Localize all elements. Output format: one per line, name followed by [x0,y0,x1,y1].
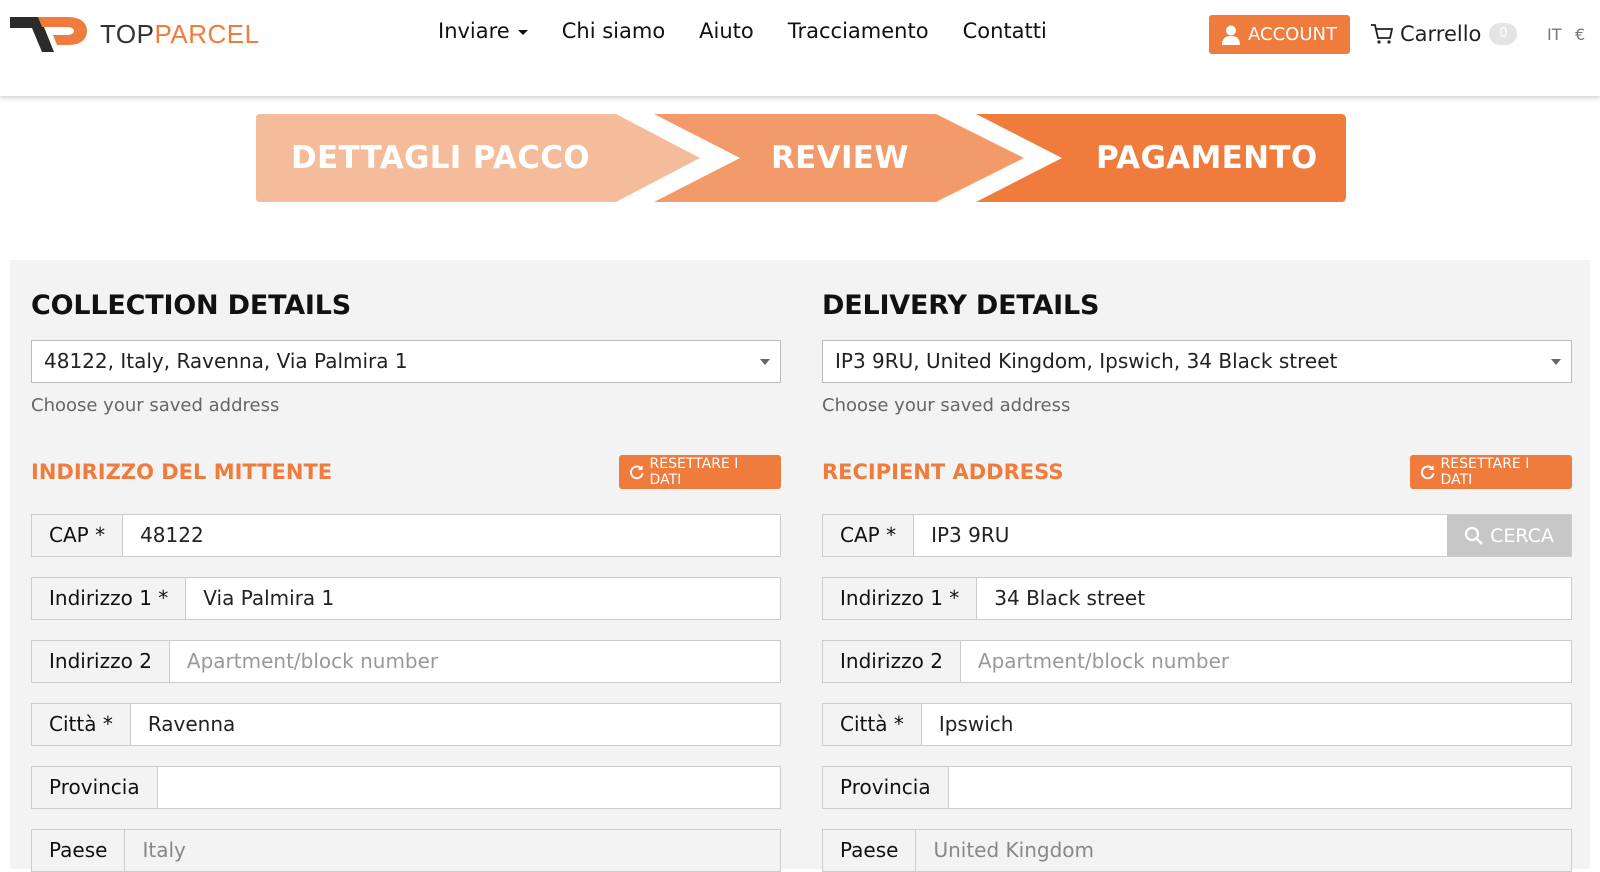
cap-label: CAP * [32,515,124,556]
site-header: TOPPARCEL Inviare Chi siamo Aiuto Tracci… [0,0,1600,96]
delivery-saved-address-select[interactable]: IP3 9RU, United Kingdom, Ipswich, 34 Bla… [822,340,1572,383]
currency-selector[interactable]: € [1575,25,1585,44]
city-label: Città * [823,704,922,745]
dropdown-arrow-icon [1551,359,1561,365]
collection-saved-address-select[interactable]: 48122, Italy, Ravenna, Via Palmira 1 [31,340,781,383]
account-label: ACCOUNT [1248,24,1337,45]
language-selector[interactable]: IT [1547,25,1562,44]
delivery-title: DELIVERY DETAILS [822,290,1100,321]
step-dettagli-pacco[interactable]: DETTAGLI PACCO [291,114,590,202]
search-label: CERCA [1490,524,1554,547]
delivery-address1-field: Indirizzo 1 * 34 Black street [822,577,1572,620]
cap-label: CAP * [823,515,915,556]
collection-title: COLLECTION DETAILS [31,290,352,321]
country-label: Paese [32,830,126,871]
collection-city-input[interactable]: Ravenna [130,704,780,745]
collection-country-input: Italy [125,830,780,871]
delivery-cap-field: CAP * IP3 9RU CERCA [822,514,1572,557]
collection-cap-field: CAP * 48122 [31,514,781,557]
address-panel: COLLECTION DETAILS 48122, Italy, Ravenna… [10,260,1590,872]
search-icon [1464,526,1483,545]
delivery-address2-input[interactable]: Apartment/block number [960,641,1571,682]
delivery-address2-field: Indirizzo 2 Apartment/block number [822,640,1572,683]
delivery-help-text: Choose your saved address [822,395,1071,416]
province-label: Provincia [32,767,158,808]
cart-link[interactable]: Carrello 0 [1370,22,1518,46]
nav-item-contatti[interactable]: Contatti [963,19,1047,43]
collection-help-text: Choose your saved address [31,395,280,416]
nav-inviare-label: Inviare [438,19,510,43]
country-label: Paese [823,830,917,871]
user-icon [1222,25,1241,45]
nav-item-inviare[interactable]: Inviare [438,19,528,43]
search-button[interactable]: CERCA [1447,515,1571,556]
step-pagamento[interactable]: PAGAMENTO [1096,114,1317,202]
collection-address1-input[interactable]: Via Palmira 1 [186,578,780,619]
cart-count-badge: 0 [1489,23,1518,45]
address2-label: Indirizzo 2 [823,641,961,682]
delivery-city-field: Città * Ipswich [822,703,1572,746]
logo-mark-icon [10,17,87,52]
delivery-reset-button[interactable]: RESETTARE I DATI [1410,455,1572,489]
province-label: Provincia [823,767,949,808]
collection-reset-label: RESETTARE I DATI [649,456,739,488]
delivery-reset-label: RESETTARE I DATI [1440,456,1530,488]
refresh-icon [1421,465,1435,480]
sender-address-title: INDIRIZZO DEL MITTENTE [31,460,333,484]
cart-label: Carrello [1400,22,1482,46]
nav-item-tracciamento[interactable]: Tracciamento [788,19,929,43]
address2-label: Indirizzo 2 [32,641,170,682]
collection-country-field: Paese Italy [31,829,781,872]
dropdown-arrow-icon [760,359,770,365]
delivery-country-field: Paese United Kingdom [822,829,1572,872]
collection-address2-field: Indirizzo 2 Apartment/block number [31,640,781,683]
collection-saved-address-value: 48122, Italy, Ravenna, Via Palmira 1 [44,349,408,373]
logo-text-parcel: PARCEL [154,18,260,49]
logo-text-top: TOP [100,18,155,49]
collection-address2-input[interactable]: Apartment/block number [169,641,780,682]
city-label: Città * [32,704,131,745]
account-button[interactable]: ACCOUNT [1209,15,1350,54]
collection-province-input[interactable] [157,767,780,808]
logo-text: TOPPARCEL [100,19,260,50]
refresh-icon [630,465,644,480]
collection-city-field: Città * Ravenna [31,703,781,746]
delivery-province-input[interactable] [948,767,1571,808]
collection-province-field: Provincia [31,766,781,809]
delivery-province-field: Provincia [822,766,1572,809]
delivery-saved-address-value: IP3 9RU, United Kingdom, Ipswich, 34 Bla… [835,349,1338,373]
caret-down-icon [517,29,528,35]
collection-cap-input[interactable]: 48122 [123,515,780,556]
collection-address1-field: Indirizzo 1 * Via Palmira 1 [31,577,781,620]
delivery-cap-input[interactable]: IP3 9RU [914,515,1447,556]
nav-item-aiuto[interactable]: Aiuto [699,19,754,43]
delivery-country-input: United Kingdom [916,830,1571,871]
topparcel-logo[interactable]: TOPPARCEL [10,14,260,54]
cart-icon [1371,24,1394,44]
delivery-city-input[interactable]: Ipswich [921,704,1571,745]
delivery-address1-input[interactable]: 34 Black street [977,578,1571,619]
collection-reset-button[interactable]: RESETTARE I DATI [619,455,781,489]
recipient-address-title: RECIPIENT ADDRESS [822,460,1064,484]
address1-label: Indirizzo 1 * [32,578,187,619]
step-review[interactable]: REVIEW [771,114,909,202]
address1-label: Indirizzo 1 * [823,578,978,619]
main-nav: Inviare Chi siamo Aiuto Tracciamento Con… [438,19,1081,43]
nav-item-chi-siamo[interactable]: Chi siamo [562,19,665,43]
checkout-steps: DETTAGLI PACCO REVIEW PAGAMENTO [256,114,1346,202]
